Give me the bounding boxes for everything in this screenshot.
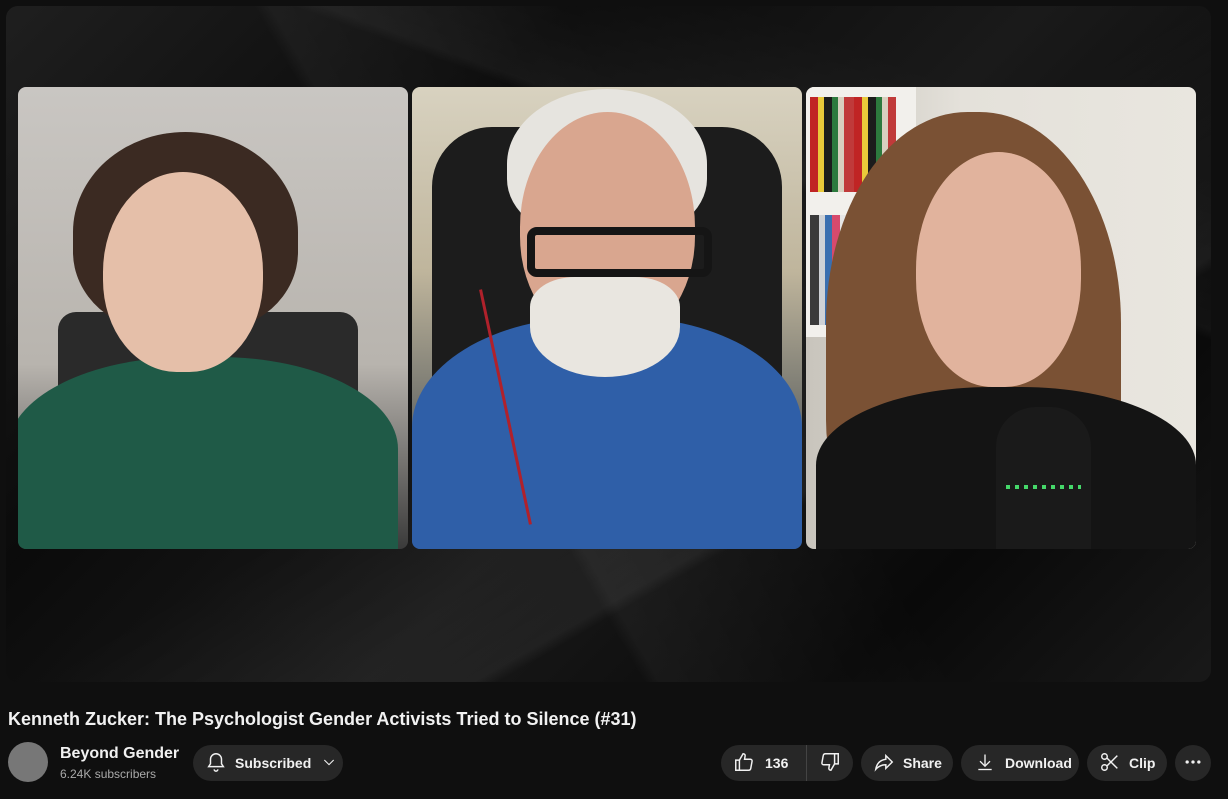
participant-tile-left (18, 87, 408, 549)
download-icon (975, 752, 995, 775)
clip-button[interactable]: Clip (1087, 745, 1167, 781)
more-actions-button[interactable] (1175, 745, 1211, 781)
participant-tile-center (412, 87, 802, 549)
subscribed-button[interactable]: Subscribed (193, 745, 343, 781)
clip-label: Clip (1129, 755, 1156, 771)
share-button[interactable]: Share (861, 745, 953, 781)
video-player[interactable] (6, 6, 1211, 682)
subscriber-count: 6.24K subscribers (60, 767, 157, 781)
download-label: Download (1005, 755, 1072, 771)
participant-tile-right (806, 87, 1196, 549)
scissors-icon (1099, 751, 1121, 776)
share-arrow-icon (873, 751, 895, 776)
like-count: 136 (765, 755, 789, 771)
like-button[interactable]: 136 (721, 745, 807, 781)
more-horizontal-icon (1183, 752, 1203, 775)
video-title: Kenneth Zucker: The Psychologist Gender … (8, 709, 637, 729)
dislike-button[interactable] (807, 745, 853, 781)
channel-row: Beyond Gender 6.24K subscribers Subscrib… (8, 742, 1220, 782)
subscribed-label: Subscribed (235, 755, 312, 771)
microphone-image (996, 407, 1091, 549)
channel-avatar[interactable] (8, 742, 48, 782)
channel-name[interactable]: Beyond Gender (60, 745, 179, 763)
like-dislike-group: 136 (721, 745, 853, 781)
chevron-down-icon (321, 754, 337, 773)
bell-icon (205, 751, 227, 776)
thumbs-up-icon (733, 751, 755, 776)
thumbs-down-icon (819, 751, 841, 776)
download-button[interactable]: Download (961, 745, 1079, 781)
share-label: Share (903, 755, 942, 771)
